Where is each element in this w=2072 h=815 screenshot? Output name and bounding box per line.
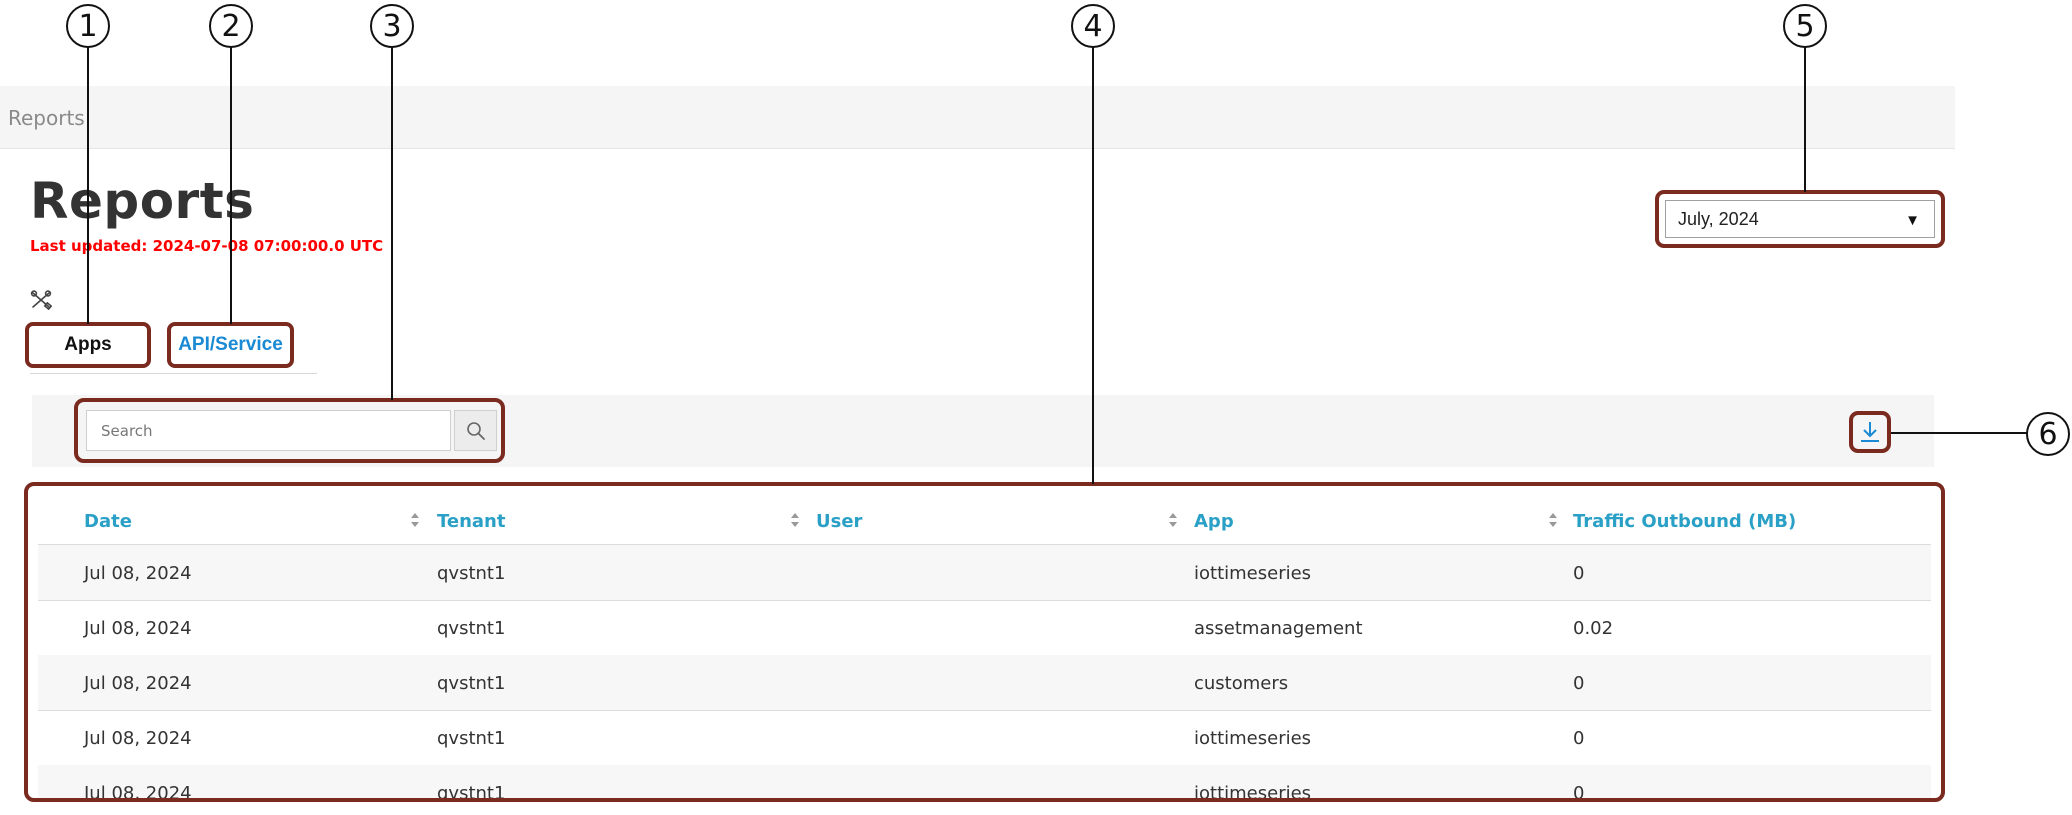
last-updated-text: Last updated: 2024-07-08 07:00:00.0 UTC [30, 237, 384, 255]
cell-app: iottimeseries [1194, 728, 1312, 749]
cell-app: customers [1194, 673, 1289, 694]
table-header: Date Tenant User App Traffic Outbound (M… [38, 486, 1931, 545]
cell-tenant: qvstnt1 [437, 783, 506, 802]
cell-app: assetmanagement [1194, 618, 1363, 639]
cell-tenant: qvstnt1 [437, 563, 506, 584]
download-icon [1861, 422, 1879, 442]
cell-date: Jul 08, 2024 [84, 618, 192, 639]
sort-icon[interactable] [1169, 513, 1177, 527]
column-header-tenant[interactable]: Tenant [437, 511, 505, 532]
cell-traffic: 0.02 [1573, 618, 1614, 639]
tab-api-service-label: API/Service [178, 334, 283, 355]
cell-app: iottimeseries [1194, 563, 1312, 584]
table-row[interactable]: Jul 08, 2024 qvstnt1 iottimeseries 0 [38, 545, 1931, 601]
tabs-underline [30, 373, 317, 374]
search-button[interactable] [454, 410, 497, 451]
callout-line [1891, 432, 2027, 434]
cell-tenant: qvstnt1 [437, 728, 506, 749]
cell-date: Jul 08, 2024 [84, 563, 192, 584]
tools-icon[interactable] [30, 290, 52, 310]
month-select-value: July, 2024 [1678, 208, 1759, 229]
cell-date: Jul 08, 2024 [84, 728, 192, 749]
tab-api-service[interactable]: API/Service [167, 322, 294, 368]
cell-traffic: 0 [1573, 728, 1585, 749]
cell-traffic: 0 [1573, 563, 1585, 584]
cell-tenant: qvstnt1 [437, 618, 506, 639]
column-header-traffic-outbound[interactable]: Traffic Outbound (MB) [1573, 511, 1796, 532]
cell-date: Jul 08, 2024 [84, 673, 192, 694]
column-header-app[interactable]: App [1194, 511, 1234, 532]
download-button[interactable] [1849, 411, 1891, 453]
sort-icon[interactable] [411, 513, 419, 527]
breadcrumb-bar [0, 86, 1955, 149]
cell-app: iottimeseries [1194, 783, 1312, 802]
callout-line [230, 47, 232, 324]
callout-6: 6 [2026, 412, 2070, 456]
caret-down-icon: ▼ [1905, 212, 1920, 229]
tab-apps-label: Apps [64, 334, 112, 355]
tab-apps[interactable]: Apps [25, 322, 151, 368]
callout-5: 5 [1783, 4, 1827, 48]
month-select-highlight: July, 2024 ▼ [1655, 190, 1945, 248]
callout-line [391, 47, 393, 400]
callout-line [87, 47, 89, 324]
cell-date: Jul 08, 2024 [84, 783, 192, 802]
callout-1: 1 [66, 4, 110, 48]
month-select[interactable]: July, 2024 ▼ [1665, 200, 1935, 238]
table-row[interactable]: Jul 08, 2024 qvstnt1 assetmanagement 0.0… [38, 600, 1931, 656]
search-input[interactable] [86, 410, 451, 451]
report-table: Date Tenant User App Traffic Outbound (M… [24, 482, 1945, 802]
callout-3: 3 [370, 4, 414, 48]
column-header-user[interactable]: User [816, 511, 862, 532]
cell-traffic: 0 [1573, 673, 1585, 694]
search-icon [466, 421, 485, 440]
column-header-date[interactable]: Date [84, 511, 132, 532]
cell-tenant: qvstnt1 [437, 673, 506, 694]
breadcrumb[interactable]: Reports [8, 106, 85, 130]
cell-traffic: 0 [1573, 783, 1585, 802]
callout-2: 2 [209, 4, 253, 48]
sort-icon[interactable] [791, 513, 799, 527]
table-row[interactable]: Jul 08, 2024 qvstnt1 customers 0 [38, 655, 1931, 711]
search-highlight [74, 398, 505, 463]
table-row[interactable]: Jul 08, 2024 qvstnt1 iottimeseries 0 [38, 710, 1931, 766]
sort-icon[interactable] [1549, 513, 1557, 527]
table-row[interactable]: Jul 08, 2024 qvstnt1 iottimeseries 0 [38, 765, 1931, 802]
callout-line [1804, 47, 1806, 192]
callout-line [1092, 47, 1094, 484]
callout-4: 4 [1071, 4, 1115, 48]
page-title: Reports [30, 172, 255, 230]
